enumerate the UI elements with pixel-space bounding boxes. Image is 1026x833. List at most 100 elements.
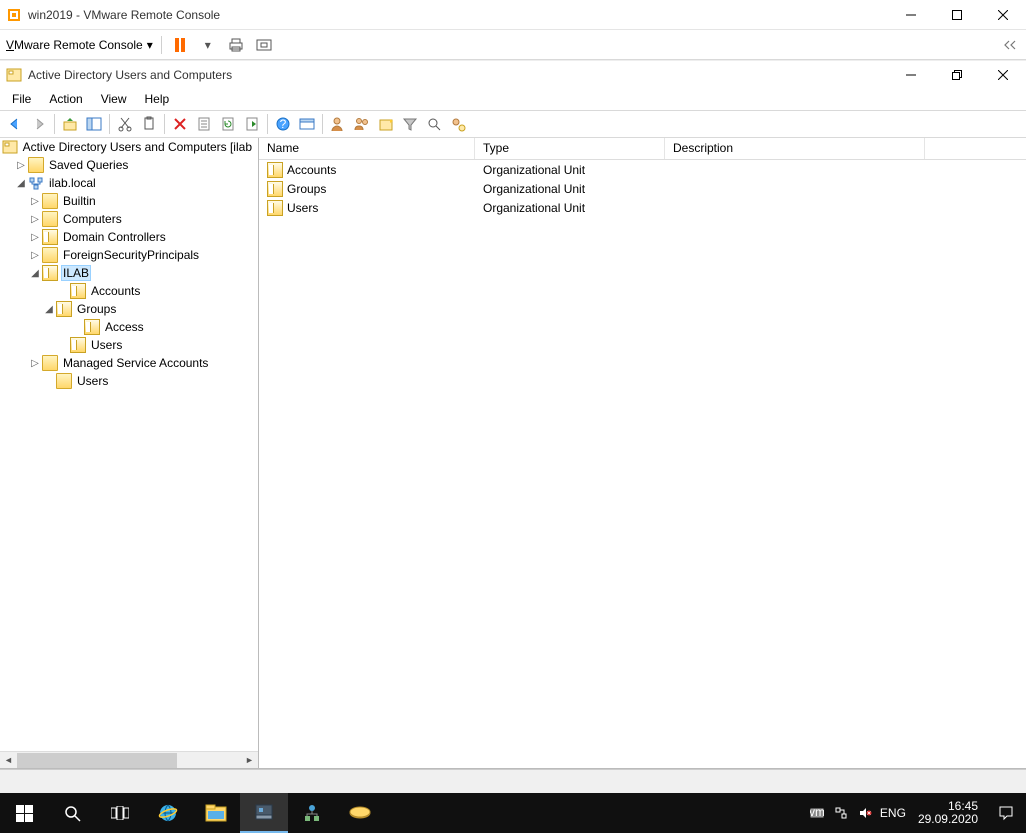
tree-root[interactable]: Active Directory Users and Computers [il… — [0, 138, 258, 156]
vmware-icon — [6, 7, 22, 23]
tree-horizontal-scrollbar[interactable]: ◄ ► — [0, 751, 258, 768]
tree-ilab-accounts[interactable]: Accounts — [0, 282, 258, 300]
back-button[interactable] — [4, 113, 26, 135]
expand-icon[interactable]: ▷ — [28, 214, 42, 225]
notification-center-button[interactable] — [986, 793, 1026, 833]
tree-ilab-users[interactable]: Users — [0, 336, 258, 354]
svg-text:?: ? — [280, 117, 287, 131]
delete-button[interactable] — [169, 113, 191, 135]
taskbar-server-manager[interactable] — [240, 793, 288, 833]
tree-users[interactable]: Users — [0, 372, 258, 390]
tray-language[interactable]: ENG — [880, 804, 906, 822]
list-body[interactable]: Accounts Organizational Unit Groups Orga… — [259, 160, 1026, 768]
tree-ilab-groups[interactable]: ◢ Groups — [0, 300, 258, 318]
search-button[interactable] — [48, 793, 96, 833]
vmware-titlebar: win2019 - VMware Remote Console — [0, 0, 1026, 30]
refresh-button[interactable] — [217, 113, 239, 135]
copy-button[interactable] — [138, 113, 160, 135]
pause-button[interactable] — [170, 35, 190, 55]
menu-action[interactable]: Action — [41, 90, 90, 108]
list-item[interactable]: Groups Organizational Unit — [259, 179, 1026, 198]
export-button[interactable] — [241, 113, 263, 135]
expand-icon[interactable]: ▷ — [28, 232, 42, 243]
tree-saved-queries[interactable]: ▷ Saved Queries — [0, 156, 258, 174]
forward-button[interactable] — [28, 113, 50, 135]
expand-icon[interactable]: ▷ — [28, 358, 42, 369]
fullscreen-button[interactable] — [254, 35, 274, 55]
taskbar-aduc[interactable] — [288, 793, 336, 833]
taskbar: vm ENG 16:45 29.09.2020 — [0, 793, 1026, 833]
ad-close-button[interactable] — [980, 61, 1026, 89]
scroll-left-icon[interactable]: ◄ — [0, 755, 17, 765]
folder-icon — [42, 355, 58, 371]
col-spacer — [925, 138, 1026, 159]
collapse-icon[interactable]: ◢ — [14, 178, 28, 189]
scroll-right-icon[interactable]: ► — [241, 755, 258, 765]
tree-builtin[interactable]: ▷ Builtin — [0, 192, 258, 210]
start-button[interactable] — [0, 793, 48, 833]
tree-domain-controllers[interactable]: ▷ Domain Controllers — [0, 228, 258, 246]
col-description[interactable]: Description — [665, 138, 925, 159]
scrollbar-thumb[interactable] — [17, 753, 177, 768]
taskbar-explorer[interactable] — [192, 793, 240, 833]
tree-fsp[interactable]: ▷ ForeignSecurityPrincipals — [0, 246, 258, 264]
tree-computers[interactable]: ▷ Computers — [0, 210, 258, 228]
tree[interactable]: Active Directory Users and Computers [il… — [0, 138, 258, 390]
explorer-icon — [205, 804, 227, 822]
maximize-button[interactable] — [934, 0, 980, 30]
list-item[interactable]: Users Organizational Unit — [259, 198, 1026, 217]
expand-icon[interactable]: ▷ — [14, 160, 28, 171]
ad-restore-button[interactable] — [934, 61, 980, 89]
new-group-button[interactable] — [351, 113, 373, 135]
vmware-menu-button[interactable]: VMware Remote Console ▾ — [6, 38, 153, 52]
new-user-button[interactable] — [327, 113, 349, 135]
search-button[interactable] — [423, 113, 445, 135]
cut-button[interactable] — [114, 113, 136, 135]
tree-label: ForeignSecurityPrincipals — [61, 248, 201, 262]
filter-button[interactable] — [399, 113, 421, 135]
menu-file[interactable]: File — [4, 90, 39, 108]
minimize-button[interactable] — [888, 0, 934, 30]
taskbar-app[interactable] — [336, 793, 384, 833]
tree-msa[interactable]: ▷ Managed Service Accounts — [0, 354, 258, 372]
tree-ilab[interactable]: ◢ ILAB — [0, 264, 258, 282]
ou-icon — [70, 337, 86, 353]
help-button[interactable]: ? — [272, 113, 294, 135]
ad-minimize-button[interactable] — [888, 61, 934, 89]
up-button[interactable] — [59, 113, 81, 135]
expand-icon[interactable]: ▷ — [28, 196, 42, 207]
fullscreen-icon — [256, 37, 272, 53]
tray-volume-icon[interactable] — [856, 804, 874, 822]
menu-view[interactable]: View — [93, 90, 135, 108]
col-name[interactable]: Name — [259, 138, 475, 159]
new-ou-button[interactable] — [375, 113, 397, 135]
close-button[interactable] — [980, 0, 1026, 30]
taskbar-clock[interactable]: 16:45 29.09.2020 — [910, 800, 986, 826]
list-item[interactable]: Accounts Organizational Unit — [259, 160, 1026, 179]
show-hide-tree-button[interactable] — [83, 113, 105, 135]
vmware-window-controls — [888, 0, 1026, 30]
find-button[interactable] — [296, 113, 318, 135]
collapse-icon[interactable]: ◢ — [28, 268, 42, 279]
collapse-icon[interactable]: ◢ — [42, 304, 56, 315]
task-view-button[interactable] — [96, 793, 144, 833]
tree-ilab-groups-access[interactable]: Access — [0, 318, 258, 336]
tree-label: Computers — [61, 212, 124, 226]
tree-label: Managed Service Accounts — [61, 356, 210, 370]
col-type[interactable]: Type — [475, 138, 665, 159]
menu-help[interactable]: Help — [137, 90, 178, 108]
power-menu-button[interactable]: ▾ — [198, 35, 218, 55]
add-to-group-button[interactable] — [447, 113, 469, 135]
properties-button[interactable] — [193, 113, 215, 135]
send-ctrl-alt-del-button[interactable] — [226, 35, 246, 55]
expand-icon[interactable]: ▷ — [28, 250, 42, 261]
collapse-toolbar-button[interactable] — [1000, 35, 1020, 55]
notification-icon — [998, 805, 1014, 821]
search-icon — [64, 805, 81, 822]
separator — [161, 36, 162, 54]
tree-domain[interactable]: ◢ ilab.local — [0, 174, 258, 192]
tray-network-icon[interactable] — [832, 804, 850, 822]
ad-split-area: Active Directory Users and Computers [il… — [0, 138, 1026, 769]
tray-vmtools-icon[interactable]: vm — [808, 804, 826, 822]
taskbar-ie[interactable] — [144, 793, 192, 833]
